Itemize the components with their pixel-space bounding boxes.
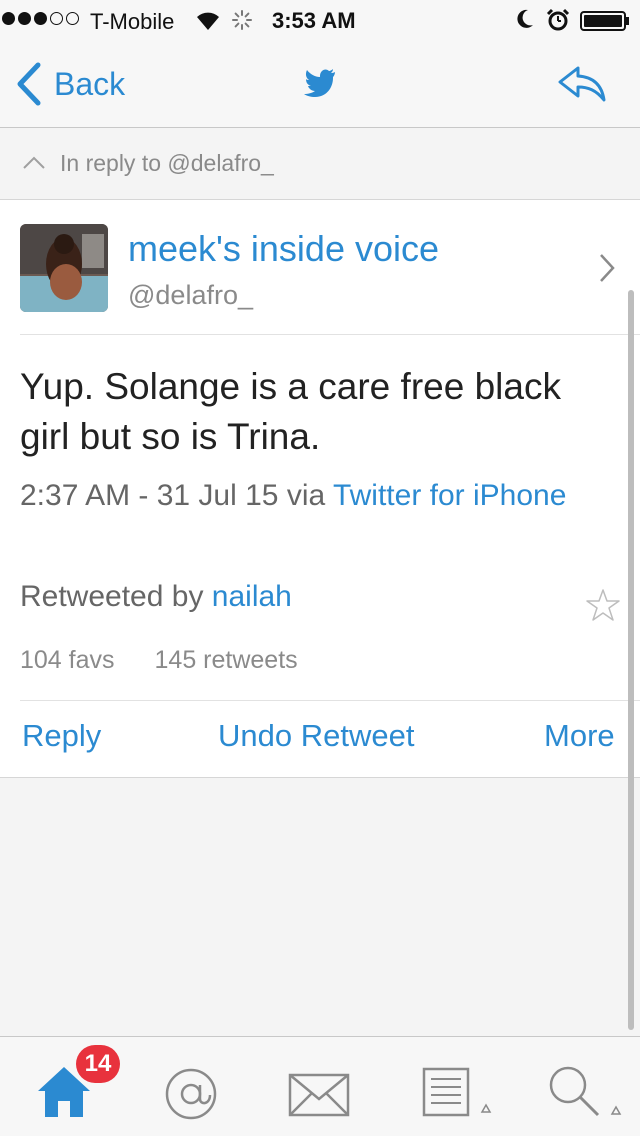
favorite-star-icon[interactable] [586,588,620,622]
display-name[interactable]: meek's inside voice [128,228,439,270]
user-handle: @delafro_ [128,280,253,310]
tweet-text: Yup. Solange is a care free black girl b… [20,366,561,457]
tweet-meta: 2:37 AM - 31 Jul 15 via Twitter for iPho… [20,468,600,524]
back-label: Back [54,65,126,102]
signal-strength-icon [2,12,79,25]
tweet-card: meek's inside voice @delafro_ Yup. Solan… [0,200,640,778]
alarm-icon [546,8,570,31]
in-reply-to-text: In reply to @delafro_ [60,150,274,176]
chevron-up-icon [23,156,45,169]
back-button[interactable]: Back [16,62,125,106]
favs-count[interactable]: 104 favs [20,646,115,675]
retweets-count[interactable]: 145 retweets [155,646,298,675]
tweet-actions: Reply Undo Retweet More [0,700,640,776]
retweeted-by-user-link[interactable]: nailah [212,580,292,613]
wifi-icon [197,12,219,30]
scrollbar[interactable] [628,290,634,1030]
retweeted-by: Retweeted by nailah [20,580,292,614]
navigation-bar: Back [0,40,640,128]
tweet-counts: 104 favs 145 retweets [20,646,298,675]
more-button[interactable]: More [544,718,615,754]
carrier-name: T-Mobile [90,9,175,34]
mentions-icon[interactable] [164,1067,218,1121]
chevron-left-icon [17,62,41,106]
retweeted-by-prefix: Retweeted by [20,580,212,613]
tab-bar: 14 [0,1036,640,1136]
search-icon[interactable] [548,1065,624,1119]
reply-arrow-icon[interactable] [556,64,608,104]
status-time: 3:53 AM [272,8,356,33]
tweet-timestamp: 2:37 AM - 31 Jul 15 via [20,479,333,512]
twitter-bird-icon [304,69,335,97]
activity-spinner-icon [232,10,252,30]
chevron-right-icon[interactable] [598,252,616,284]
tweet-source-link[interactable]: Twitter for iPhone [333,479,566,512]
avatar[interactable] [20,224,108,312]
divider [20,334,640,335]
undo-retweet-button[interactable]: Undo Retweet [218,718,414,754]
battery-icon [580,11,629,31]
reply-button[interactable]: Reply [22,718,101,754]
status-bar: T-Mobile 3:53 AM [0,0,640,40]
in-reply-to-bar[interactable]: In reply to @delafro_ [0,128,640,200]
lists-icon[interactable] [422,1067,494,1117]
do-not-disturb-icon [517,9,533,28]
home-badge: 14 [76,1045,120,1083]
messages-icon[interactable] [288,1073,350,1117]
